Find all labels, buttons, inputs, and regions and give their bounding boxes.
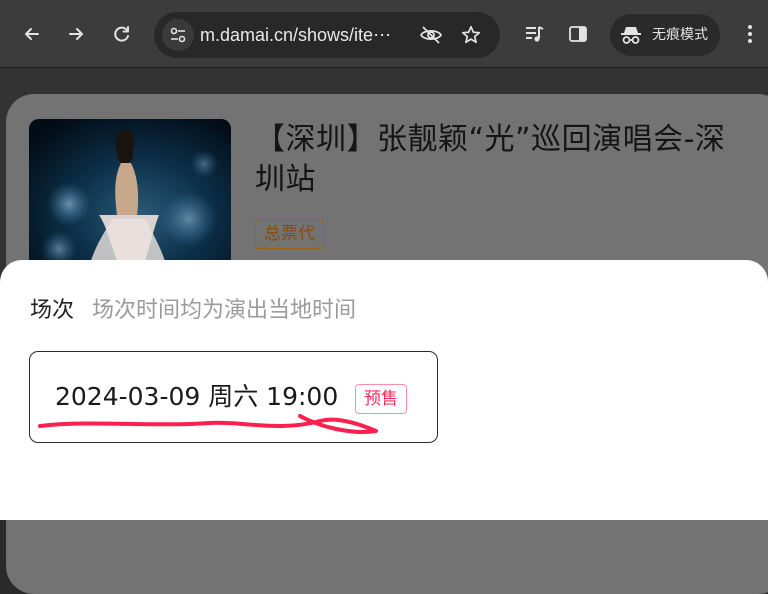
site-info-button[interactable]: [162, 19, 194, 51]
side-panel-icon: [569, 26, 587, 42]
show-title: 【深圳】张靓颖“光”巡回演唱会-深圳站: [255, 122, 726, 197]
browser-toolbar: m.damai.cn/shows/ite⋯ 无痕模式: [0, 0, 768, 68]
session-timezone-note: 场次时间均为演出当地时间: [92, 298, 357, 323]
reload-icon: [114, 26, 129, 42]
session-bottom-sheet: 场次 场次时间均为演出当地时间 2024-03-09 周六 19:00 预售: [0, 260, 768, 520]
poster-image: [29, 119, 231, 279]
back-icon: [25, 28, 39, 40]
star-icon: [461, 25, 481, 44]
media-controls-button[interactable]: [516, 16, 552, 52]
session-section-title: 场次: [30, 298, 75, 323]
show-poster[interactable]: [29, 119, 231, 279]
incognito-indicator[interactable]: 无痕模式: [610, 14, 720, 56]
browser-menu-button[interactable]: [732, 16, 768, 52]
media-list-icon: [526, 26, 544, 42]
bookmark-button[interactable]: [459, 23, 483, 47]
incognito-icon: [621, 27, 641, 44]
site-info-icon: [170, 27, 186, 43]
more-icon: [748, 25, 752, 43]
presale-tag: 预售: [355, 384, 407, 414]
eye-off-icon: [419, 26, 443, 44]
address-bar[interactable]: m.damai.cn/shows/ite⋯: [154, 12, 500, 58]
session-option[interactable]: 2024-03-09 周六 19:00 预售: [29, 351, 438, 443]
forward-button[interactable]: [58, 16, 94, 52]
side-panel-button[interactable]: [560, 16, 596, 52]
agency-badge: 总票代: [255, 219, 324, 249]
incognito-label: 无痕模式: [652, 27, 708, 43]
reload-button[interactable]: [104, 16, 140, 52]
session-datetime: 2024-03-09 周六 19:00: [55, 382, 339, 411]
tracking-protection-button[interactable]: [419, 23, 443, 47]
forward-icon: [69, 28, 83, 40]
page-viewport: 【深圳】张靓颖“光”巡回演唱会-深圳站 总票代 场次 场次时间均为演出当地时间 …: [0, 68, 768, 594]
back-button[interactable]: [14, 16, 50, 52]
url-text[interactable]: m.damai.cn/shows/ite⋯: [200, 24, 414, 46]
